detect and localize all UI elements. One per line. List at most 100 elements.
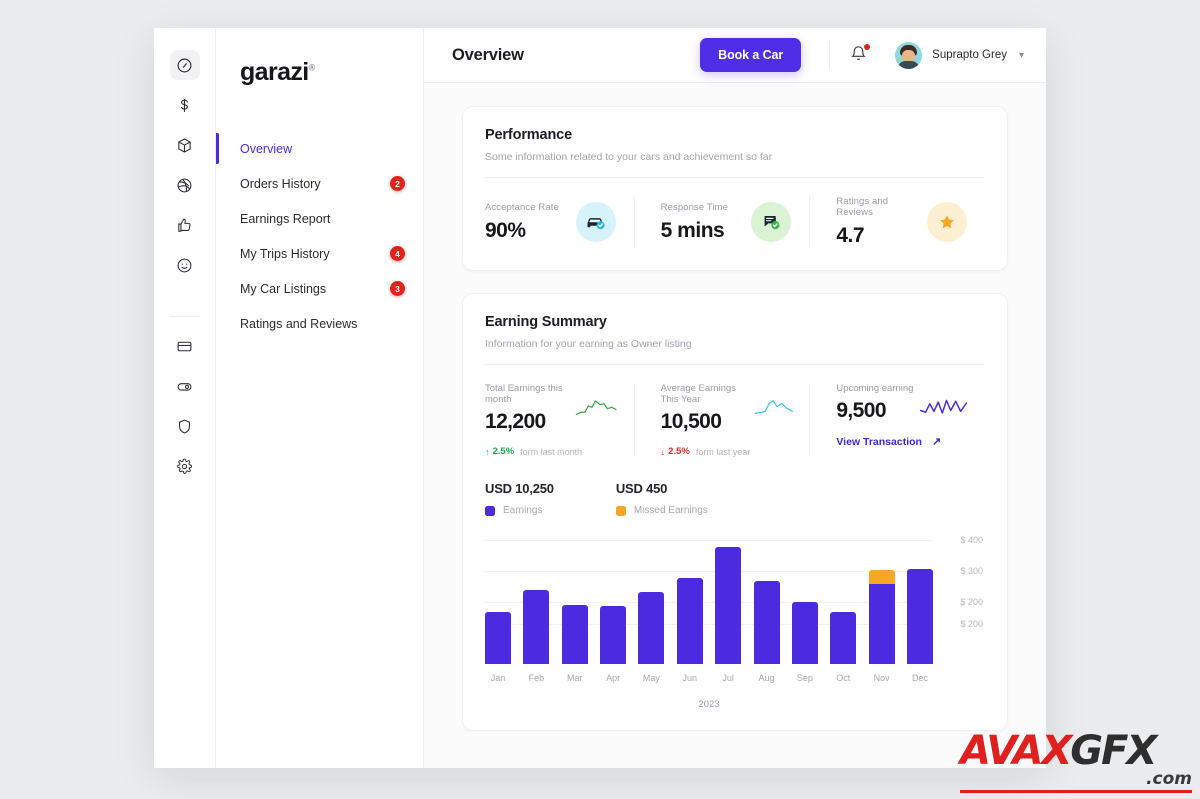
chevron-down-icon[interactable]: ▾ — [1019, 50, 1024, 61]
earning-label: Average Earnings This Year — [660, 383, 737, 405]
sidebar-item-orders-history[interactable]: Orders History 2 — [216, 166, 423, 201]
earning-average-this-year: Average Earnings This Year 10,500 ↓ 2.5%… — [633, 383, 810, 457]
earning-label: Total Earnings this month — [485, 383, 563, 405]
chart-bar-column[interactable] — [523, 534, 550, 664]
chart-y-tick-label: $ 400 — [960, 535, 983, 546]
sidebar-item-earnings-report[interactable]: Earnings Report — [216, 201, 423, 236]
sparkline-green-icon — [576, 400, 617, 415]
chart-bar-column[interactable] — [715, 534, 742, 664]
dashboard-scroll[interactable]: Performance Some information related to … — [424, 83, 1046, 768]
icon-rail — [154, 28, 216, 768]
earning-delta-value: 2.5% — [668, 446, 690, 457]
bell-icon[interactable] — [850, 44, 871, 65]
chart-bar-column[interactable] — [868, 534, 895, 664]
stat-response-time: Response Time 5 mins — [633, 196, 810, 248]
sidebar-item-label: Earnings Report — [240, 211, 331, 226]
notification-dot — [864, 44, 871, 50]
earning-summary-title: Earning Summary — [485, 314, 607, 330]
legend-label: Earnings — [503, 505, 543, 516]
chart-bar-earnings — [906, 568, 933, 664]
chart-bar-column[interactable] — [791, 534, 818, 664]
dribbble-icon[interactable] — [170, 170, 200, 200]
view-transaction-link[interactable]: View Transaction ↗ — [836, 435, 941, 449]
chart-bar-column[interactable] — [906, 534, 933, 664]
user-menu[interactable]: Suprapto Grey ▾ — [895, 41, 1024, 69]
earning-delta-value: 2.5% — [492, 446, 515, 457]
avatar — [895, 41, 923, 69]
sidebar-item-label: My Car Listings — [240, 281, 327, 296]
credit-card-icon[interactable] — [170, 331, 200, 361]
sidebar-item-my-trips-history[interactable]: My Trips History 4 — [216, 236, 423, 271]
chart-bar-earnings — [561, 605, 588, 664]
chart-bar-earnings — [638, 592, 665, 664]
chart-x-tick-label: Jan — [490, 673, 506, 683]
sidebar-item-my-car-listings[interactable]: My Car Listings 3 — [216, 271, 423, 306]
chart-x-tick-label: Jun — [682, 673, 698, 683]
chart-x-tick-label: Mar — [566, 673, 583, 683]
sidebar-item-label: Ratings and Reviews — [240, 316, 358, 331]
chart-bar-column[interactable] — [600, 534, 627, 664]
sidebar-item-ratings-and-reviews[interactable]: Ratings and Reviews — [216, 306, 423, 341]
legend-earnings: USD 10,250 Earnings — [485, 481, 554, 516]
chart-x-tick-label: Aug — [758, 673, 775, 683]
legend-swatch-missed — [615, 505, 626, 516]
legend-amount: USD 450 — [615, 481, 668, 496]
performance-stats: Acceptance Rate 90% Response Time 5 mins… — [463, 178, 1007, 270]
toggle-icon[interactable] — [170, 371, 200, 401]
chart-bar-earnings — [830, 612, 857, 664]
arrow-down-icon: ↓ — [660, 446, 666, 457]
chart-bar-earnings — [868, 584, 895, 664]
chart-bar-column[interactable] — [485, 534, 511, 664]
performance-subtitle: Some information related to your cars an… — [485, 151, 773, 163]
chart-bar-column[interactable] — [753, 534, 780, 664]
dashboard-icon[interactable] — [169, 50, 200, 80]
chart-year-label: 2023 — [698, 699, 720, 710]
sidebar-badge: 4 — [390, 246, 405, 261]
legend-swatch-earnings — [485, 505, 495, 516]
stat-label: Response Time — [660, 201, 728, 213]
sidebar-item-label: Overview — [240, 141, 293, 156]
book-a-car-button[interactable]: Book a Car — [700, 38, 802, 72]
chart-y-tick-label: $ 200 — [960, 618, 983, 629]
package-icon[interactable] — [170, 130, 200, 160]
brand-mark: ® — [308, 62, 316, 73]
chart-x-tick-label: Nov — [873, 673, 890, 683]
chart-bar-column[interactable] — [638, 534, 665, 664]
car-verified-icon — [575, 202, 616, 242]
chart-bar-earnings — [485, 612, 511, 664]
chart-bar-column[interactable] — [561, 534, 588, 664]
chart-bars — [485, 534, 933, 664]
gear-icon[interactable] — [170, 451, 200, 481]
legend-amount: USD 10,250 — [485, 481, 554, 496]
smiley-icon[interactable] — [170, 250, 200, 280]
dollar-icon[interactable] — [170, 90, 200, 120]
earning-value: 9,500 — [836, 399, 886, 422]
topbar: Overview Book a Car Suprapto Grey ▾ — [424, 28, 1046, 83]
earning-delta: ↓ 2.5% — [661, 446, 690, 457]
screenshot-root: garazi® Overview Orders History 2 Earnin… — [0, 0, 1200, 799]
chart-bar-earnings — [600, 605, 627, 664]
earnings-bar-chart: USD 10,250 Earnings USD 450 Missed Earni… — [463, 477, 1007, 730]
chart-x-axis: Jan Feb Mar Apr May Jun Jul Aug Sep Oct Nov Dec — [485, 673, 985, 683]
thumbs-up-icon[interactable] — [170, 210, 200, 240]
stat-value: 90% — [485, 218, 526, 242]
sidebar-item-overview[interactable]: Overview — [216, 131, 423, 166]
chart-bar-column[interactable] — [676, 534, 703, 664]
performance-header: Performance Some information related to … — [463, 107, 1007, 177]
sidebar-item-label: My Trips History — [240, 246, 330, 261]
chart-x-tick-label: Jul — [722, 673, 734, 683]
sidebar-item-label: Orders History — [240, 176, 321, 191]
chart-y-tick-label: $ 200 — [960, 597, 983, 608]
earning-delta-note: form last month — [520, 446, 583, 457]
stat-acceptance-rate: Acceptance Rate 90% — [485, 196, 634, 248]
chart-x-tick-label: Apr — [606, 673, 621, 683]
chart-legend: USD 10,250 Earnings USD 450 Missed Earni… — [485, 481, 985, 516]
chart-bar-column[interactable] — [830, 534, 857, 664]
chart-plot-area: $ 400 $ 300 $ 200 $ 200 — [485, 534, 985, 664]
earning-summary-card: Earning Summary Information for your ear… — [462, 293, 1008, 731]
sidebar-list: Overview Orders History 2 Earnings Repor… — [216, 131, 423, 341]
earning-summary-header: Earning Summary Information for your ear… — [463, 294, 1007, 364]
view-transaction-label: View Transaction — [836, 435, 922, 448]
brand-name: garazi — [240, 58, 309, 86]
shield-icon[interactable] — [170, 411, 200, 441]
